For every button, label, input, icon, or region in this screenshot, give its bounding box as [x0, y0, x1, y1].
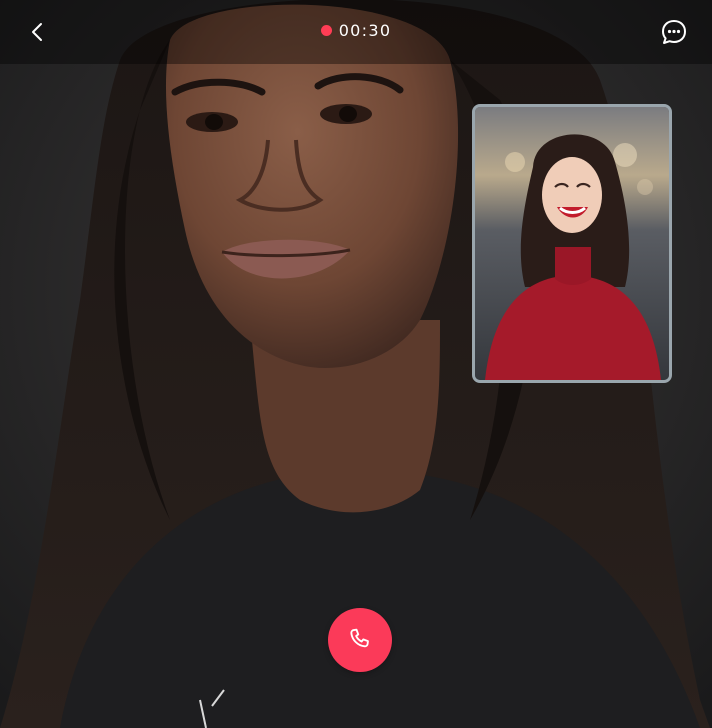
call-header: 00:30 — [0, 0, 712, 64]
chat-bubble-icon — [662, 20, 686, 44]
phone-icon — [350, 628, 369, 648]
chat-button[interactable] — [658, 16, 690, 48]
recording-dot-icon — [320, 25, 332, 36]
self-view-preview[interactable] — [472, 104, 672, 383]
call-timer: 00:30 — [0, 21, 712, 40]
video-call-screen: 00:30 — [0, 0, 712, 728]
end-call-button[interactable] — [328, 608, 392, 672]
call-duration: 00:30 — [338, 21, 392, 40]
